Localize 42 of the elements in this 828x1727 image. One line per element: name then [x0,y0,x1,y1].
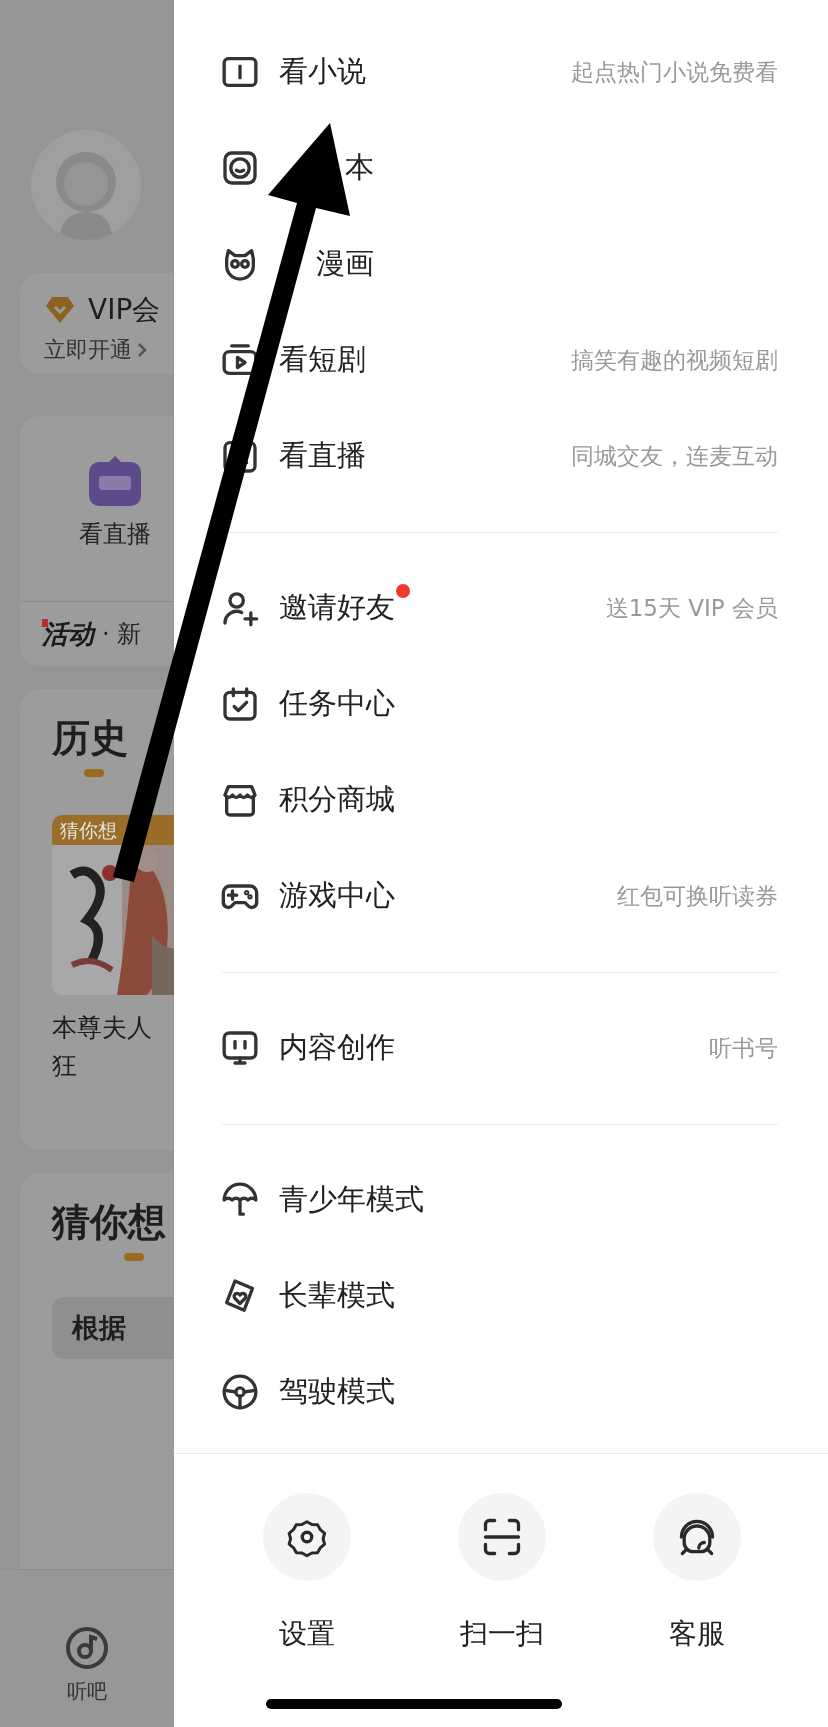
monitor-icon [220,1028,260,1068]
section-title: 历史 [52,715,129,761]
action-label[interactable]: 客服 [668,1618,725,1650]
open-vip-link[interactable]: 立即开通 [44,335,132,365]
calendar-check-icon [220,684,260,724]
live-tv-icon[interactable] [87,454,143,508]
shortcut-label[interactable]: 看直播 [79,518,151,550]
tab-label[interactable]: 听吧 [67,1678,107,1705]
book-title: 本尊夫人 狂 [52,1012,153,1082]
action-label[interactable]: 扫一扫 [459,1618,544,1650]
smiley-tile-icon [220,148,260,188]
menu-item[interactable]: 内容创作 [279,1028,395,1068]
menu-item-hint: 红包可换听读券 [617,881,778,911]
tab-indicator [84,769,104,777]
disc-icon[interactable] [65,1626,109,1670]
menu-item-hint: 起点热门小说免费看 [571,57,778,87]
chevron-icon [136,341,148,359]
menu-item[interactable]: 漫画 [316,244,374,284]
action-label[interactable]: 设置 [278,1618,335,1650]
tab-indicator [124,1253,144,1261]
menu-item[interactable]: 积分商城 [279,780,395,820]
menu-item-hint: 听书号 [709,1033,778,1063]
book-cover[interactable]: 猜你想 [52,815,174,995]
menu-item[interactable]: 青少年模式 [279,1180,424,1220]
section-title: 猜你想 [52,1199,167,1245]
menu-item-hint: 送15天 VIP 会员 [605,593,778,623]
steering-wheel-icon [220,1372,260,1412]
menu-item[interactable]: 长辈模式 [279,1276,395,1316]
activity-text: · 新 [102,619,142,650]
menu-item[interactable]: 游戏中心 [279,876,395,916]
menu-item-hint: 同城交友，连麦互动 [571,441,778,471]
menu-item[interactable]: 邀请好友 [279,588,395,628]
menu-item[interactable]: 看小说 [279,52,366,92]
menu-item[interactable]: 本 [345,148,374,188]
menu-item[interactable]: 驾驶模式 [279,1372,395,1412]
menu-item-hint: 搞笑有趣的视频短剧 [571,345,778,375]
menu-item[interactable]: 看直播 [279,436,366,476]
vip-title: VIP会 [88,292,161,328]
vip-card[interactable]: VIP会 立即开通 [20,273,174,374]
topic-chip[interactable]: 根据 [52,1297,174,1359]
menu-item[interactable]: 看短剧 [279,340,366,380]
menu-item[interactable]: 任务中心 [279,684,395,724]
